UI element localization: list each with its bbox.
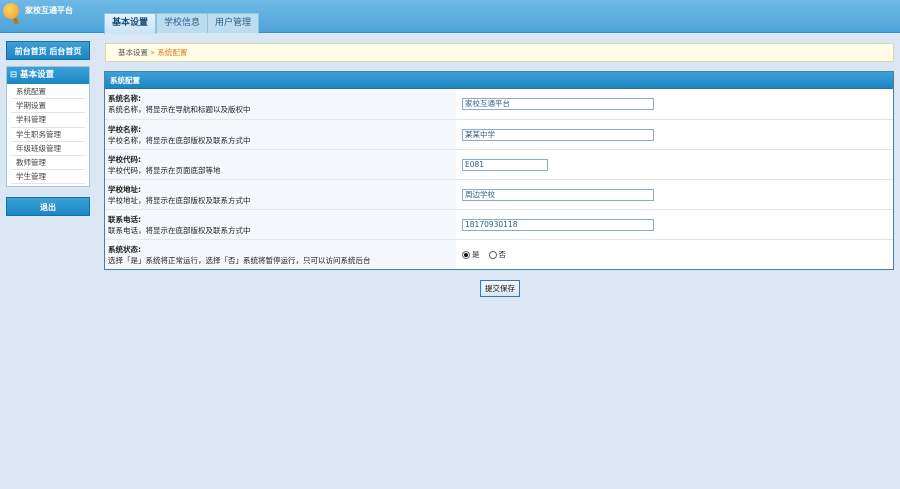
- menu-title: 基本设置: [20, 70, 55, 80]
- school-name-row: 学校名称: 学校名称，将显示在底部版权及联系方式中 某某中学: [105, 119, 893, 149]
- sidebar-item-students[interactable]: 学生管理: [11, 170, 85, 185]
- field-label: 学校代码:: [108, 155, 141, 164]
- tab-school-info[interactable]: 学校信息: [156, 13, 209, 33]
- sidebar-item-teachers[interactable]: 教师管理: [11, 156, 85, 171]
- field-desc: 学校地址，将显示在底部版权及联系方式中: [108, 196, 251, 205]
- field-desc: 联系电话，将显示在底部版权及联系方式中: [108, 226, 251, 235]
- field-label: 系统名称:: [108, 94, 141, 103]
- field-label: 学校名称:: [108, 125, 141, 134]
- field-label: 系统状态:: [108, 245, 141, 254]
- home-links[interactable]: 前台首页 后台首页: [6, 41, 90, 60]
- logo-icon-tail: [12, 17, 20, 25]
- sidebar-item-term-settings[interactable]: 学期设置: [11, 99, 85, 114]
- field-label: 联系电话:: [108, 215, 141, 224]
- sidebar-item-student-roles[interactable]: 学生职务管理: [11, 128, 85, 142]
- breadcrumb-sep: »: [148, 48, 158, 57]
- system-name-input[interactable]: 家校互通平台: [462, 98, 654, 110]
- sidebar-menu: ⊟ 基本设置 系统配置 学期设置 学科管理 学生职务管理 年级班级管理 教师管理…: [6, 66, 90, 188]
- tab-user-management[interactable]: 用户管理: [207, 13, 260, 33]
- menu-header[interactable]: ⊟ 基本设置: [7, 67, 89, 84]
- school-address-row: 学校地址: 学校地址，将显示在底部版权及联系方式中 周边学校: [105, 179, 893, 209]
- header: 家校互通平台 基本设置 学校信息 用户管理: [0, 0, 900, 34]
- sidebar: 前台首页 后台首页 ⊟ 基本设置 系统配置 学期设置 学科管理 学生职务管理 年…: [6, 41, 90, 217]
- config-panel: 系统配置 系统名称: 系统名称，将显示在导航和标题以及版权中 家校互通平台 学校名…: [104, 71, 894, 270]
- field-label: 学校地址:: [108, 185, 141, 194]
- status-radio-no[interactable]: 否: [488, 249, 507, 260]
- contact-phone-input[interactable]: 18170930118: [462, 218, 654, 231]
- radio-label: 是: [472, 250, 480, 259]
- panel-title: 系统配置: [105, 72, 893, 89]
- sidebar-item-system-config[interactable]: 系统配置: [11, 85, 85, 100]
- tab-basic-settings[interactable]: 基本设置: [104, 13, 157, 34]
- field-desc: 选择「是」系统将正常运行，选择「否」系统将暂停运行，只可以访问系统后台: [108, 256, 371, 265]
- school-address-input[interactable]: 周边学校: [462, 188, 654, 201]
- field-desc: 系统名称，将显示在导航和标题以及版权中: [108, 105, 251, 114]
- school-code-input[interactable]: E081: [462, 158, 548, 171]
- system-name-row: 系统名称: 系统名称，将显示在导航和标题以及版权中 家校互通平台: [105, 89, 893, 119]
- radio-label: 否: [498, 250, 507, 259]
- contact-phone-row: 联系电话: 联系电话，将显示在底部版权及联系方式中 18170930118: [105, 209, 893, 239]
- app-title: 家校互通平台: [25, 6, 73, 15]
- status-row: 系统状态: 选择「是」系统将正常运行，选择「否」系统将暂停运行，只可以访问系统后台…: [105, 239, 893, 269]
- breadcrumb-parent[interactable]: 基本设置: [118, 48, 148, 57]
- submit-save-button[interactable]: 提交保存: [480, 280, 520, 297]
- school-name-input[interactable]: 某某中学: [462, 128, 654, 141]
- school-code-row: 学校代码: 学校代码，将显示在页面底部等地 E081: [105, 149, 893, 179]
- status-radio-yes[interactable]: 是: [462, 249, 480, 260]
- field-desc: 学校名称，将显示在底部版权及联系方式中: [108, 136, 251, 145]
- sidebar-item-grades-classes[interactable]: 年级班级管理: [11, 142, 85, 156]
- exit-button[interactable]: 退出: [6, 197, 90, 217]
- sidebar-item-subjects[interactable]: 学科管理: [11, 113, 85, 128]
- field-desc: 学校代码，将显示在页面底部等地: [108, 166, 221, 175]
- breadcrumb: 基本设置 » 系统配置: [105, 43, 894, 62]
- breadcrumb-current: 系统配置: [157, 48, 188, 57]
